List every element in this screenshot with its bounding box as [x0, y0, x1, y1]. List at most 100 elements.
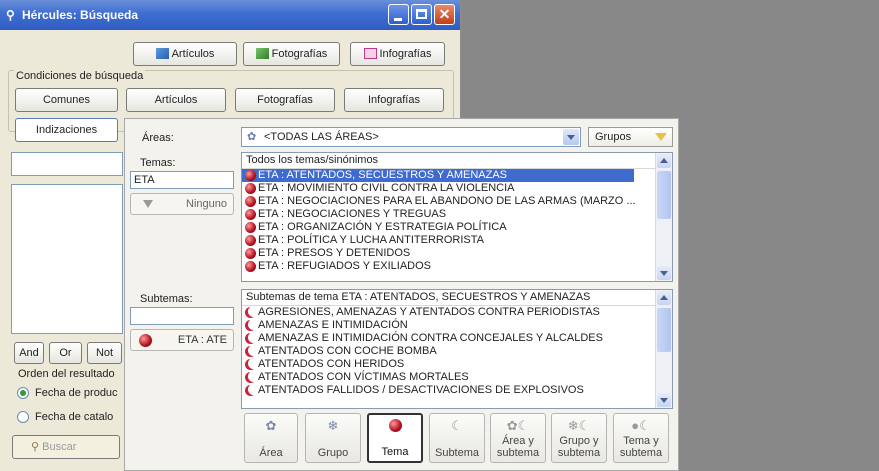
tab-indizaciones[interactable]: Indizaciones: [15, 118, 118, 142]
area-subtopic-icon: ✿☾: [506, 418, 530, 433]
topic-ball-icon: [245, 248, 256, 259]
tab-comunes[interactable]: Comunes: [15, 88, 118, 112]
close-button[interactable]: ✕: [434, 4, 455, 25]
topic-ball-icon: [245, 196, 256, 207]
mode-area-subtema-button[interactable]: ✿☾ Área y subtema: [490, 413, 546, 463]
article-icon: [155, 48, 169, 59]
topic-ball-icon: [139, 334, 152, 347]
area-icon: ✿: [265, 418, 277, 433]
list-item[interactable]: ETA : ATENTADOS, SECUESTROS Y AMENAZAS: [242, 169, 634, 182]
order-option-catalogacion: Fecha de catalo: [35, 411, 114, 423]
selected-tema-button[interactable]: ETA : ATE: [130, 329, 234, 351]
mode-grupo-subtema-button[interactable]: ❄☾ Grupo y subtema: [551, 413, 607, 463]
subtemas-scrollbar[interactable]: [655, 290, 672, 408]
mode-grupo-button[interactable]: ❄ Grupo: [305, 413, 361, 463]
ninguno-button[interactable]: Ninguno: [130, 193, 234, 215]
subtopic-moon-icon: [245, 307, 256, 318]
order-label: Orden del resultado: [18, 368, 115, 380]
tab-articulos[interactable]: Artículos: [126, 88, 226, 112]
scroll-down-icon[interactable]: [657, 393, 671, 407]
list-item[interactable]: ETA : REFUGIADOS Y EXILIADOS: [242, 260, 672, 273]
conditions-label: Condiciones de búsqueda: [14, 70, 146, 82]
window-title: Hércules: Búsqueda: [22, 8, 139, 22]
subtopic-moon-icon: [245, 320, 256, 331]
conditions-list[interactable]: [11, 184, 123, 334]
list-item[interactable]: ETA : NEGOCIACIONES PARA EL ABANDONO DE …: [242, 195, 672, 208]
mode-area-button[interactable]: ✿ Área: [244, 413, 298, 463]
mode-tema-subtema-button[interactable]: ●☾ Tema y subtema: [613, 413, 669, 463]
chevron-down-icon[interactable]: [563, 129, 579, 145]
topic-ball-icon: [245, 183, 256, 194]
list-item[interactable]: ETA : POLÍTICA Y LUCHA ANTITERRORISTA: [242, 234, 672, 247]
fotografias-toolbar-button[interactable]: Fotografías: [243, 42, 340, 66]
scroll-up-icon[interactable]: [657, 154, 671, 168]
query-input[interactable]: [11, 152, 123, 176]
funnel-icon: [655, 133, 667, 141]
list-item[interactable]: ETA : NEGOCIACIONES Y TREGUAS: [242, 208, 672, 221]
subtopic-moon-icon: [245, 359, 256, 370]
subtemas-list[interactable]: Subtemas de tema ETA : ATENTADOS, SECUES…: [241, 289, 673, 409]
subtopic-moon-icon: [245, 385, 256, 396]
temas-scrollbar[interactable]: [655, 153, 672, 281]
and-button[interactable]: And: [14, 342, 44, 364]
order-radio-catalogacion[interactable]: [17, 411, 29, 423]
temas-list[interactable]: Todos los temas/sinónimos ETA : ATENTADO…: [241, 152, 673, 282]
mode-subtema-button[interactable]: ☾ Subtema: [429, 413, 485, 463]
search-button[interactable]: ⚲ Buscar: [12, 435, 120, 459]
photo-icon: [255, 48, 269, 59]
list-item[interactable]: AMENAZAS E INTIMIDACIÓN: [242, 319, 672, 332]
temas-input[interactable]: ETA: [130, 171, 234, 189]
areas-combobox[interactable]: ✿ <TODAS LAS ÁREAS>: [241, 127, 581, 147]
topic-ball-icon: [245, 209, 256, 220]
infografias-toolbar-button[interactable]: Infografías: [350, 42, 445, 66]
tab-infografias[interactable]: Infografías: [344, 88, 444, 112]
order-option-produccion: Fecha de produc: [35, 387, 118, 399]
subtopic-moon-icon: [245, 372, 256, 383]
temas-list-header: Todos los temas/sinónimos: [242, 153, 672, 169]
topic-subtopic-icon: ●☾: [631, 418, 651, 433]
group-icon: ❄: [327, 418, 339, 433]
list-item[interactable]: ATENTADOS CON COCHE BOMBA: [242, 345, 672, 358]
binoculars-icon: ⚲: [31, 441, 43, 453]
topic-ball-icon: [245, 170, 256, 181]
subtopic-moon-icon: [245, 333, 256, 344]
list-item[interactable]: AMENAZAS E INTIMIDACIÓN CONTRA CONCEJALE…: [242, 332, 672, 345]
topic-ball-icon: [245, 235, 256, 246]
list-item[interactable]: ETA : ORGANIZACIÓN Y ESTRATEGIA POLÍTICA: [242, 221, 672, 234]
scroll-thumb[interactable]: [657, 171, 671, 219]
group-subtopic-icon: ❄☾: [567, 418, 591, 433]
maximize-button[interactable]: [411, 4, 432, 25]
scroll-down-icon[interactable]: [657, 266, 671, 280]
topic-ball-icon: [245, 261, 256, 272]
order-radio-produccion[interactable]: [17, 387, 29, 399]
list-item[interactable]: AGRESIONES, AMENAZAS Y ATENTADOS CONTRA …: [242, 306, 672, 319]
subtopic-moon-icon: [245, 346, 256, 357]
list-item[interactable]: ATENTADOS FALLIDOS / DESACTIVACIONES DE …: [242, 384, 672, 397]
temas-label: Temas:: [140, 157, 176, 169]
scroll-up-icon[interactable]: [657, 291, 671, 305]
infographic-icon: [363, 48, 377, 59]
subtemas-label: Subtemas:: [140, 293, 193, 305]
list-item[interactable]: ETA : PRESOS Y DETENIDOS: [242, 247, 672, 260]
subtopic-icon: ☾: [451, 418, 463, 433]
title-bar[interactable]: ⚲ Hércules: Búsqueda ✕: [0, 0, 460, 30]
subtemas-list-header: Subtemas de tema ETA : ATENTADOS, SECUES…: [242, 290, 672, 306]
scroll-thumb[interactable]: [657, 308, 671, 352]
mode-tema-button[interactable]: Tema: [367, 413, 423, 463]
minimize-button[interactable]: [388, 4, 409, 25]
list-item[interactable]: ATENTADOS CON VÍCTIMAS MORTALES: [242, 371, 672, 384]
tab-fotografias[interactable]: Fotografías: [235, 88, 335, 112]
funnel-icon: [143, 200, 153, 208]
binoculars-icon: ⚲: [6, 8, 15, 22]
articulos-toolbar-button[interactable]: Artículos: [133, 42, 237, 66]
areas-label: Áreas:: [142, 132, 174, 144]
list-item[interactable]: ETA : MOVIMIENTO CIVIL CONTRA LA VIOLENC…: [242, 182, 672, 195]
subtemas-input[interactable]: [130, 307, 234, 325]
list-item[interactable]: ATENTADOS CON HERIDOS: [242, 358, 672, 371]
or-button[interactable]: Or: [49, 342, 82, 364]
groups-dropdown[interactable]: Grupos: [588, 127, 673, 147]
topic-icon: [369, 419, 421, 435]
topic-ball-icon: [245, 222, 256, 233]
area-icon: ✿: [247, 131, 257, 143]
not-button[interactable]: Not: [87, 342, 122, 364]
